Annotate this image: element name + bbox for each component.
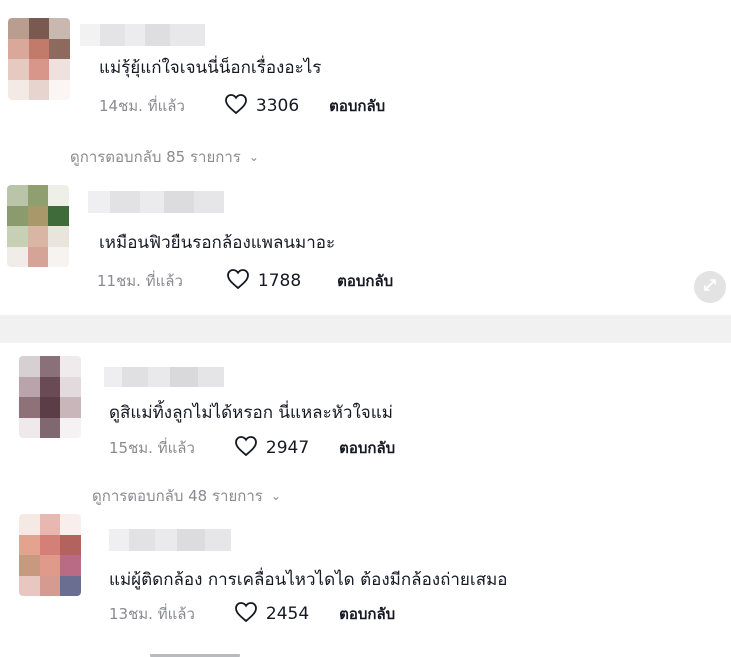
expand-button[interactable] (694, 271, 726, 303)
username-blurred[interactable] (88, 191, 224, 213)
reply-button[interactable]: ตอบกลับ (329, 94, 385, 118)
comment-time: 13ชม. ที่แล้ว (109, 605, 195, 623)
view-replies-label: ดูการตอบกลับ 48 รายการ (92, 487, 263, 505)
comment-meta: 15ชม. ที่แล้ว 2947 ตอบกลับ (109, 435, 395, 461)
like-count: 2947 (265, 438, 310, 458)
avatar[interactable] (8, 18, 70, 100)
reply-button[interactable]: ตอบกลับ (339, 436, 395, 460)
username-blurred[interactable] (80, 24, 205, 46)
comment-meta: 14ชม. ที่แล้ว 3306 ตอบกลับ (99, 93, 385, 119)
username-blurred[interactable] (109, 529, 231, 551)
chevron-down-icon: ⌄ (248, 150, 259, 164)
avatar[interactable] (19, 514, 81, 596)
comment-time: 15ชม. ที่แล้ว (109, 439, 195, 457)
heart-icon[interactable] (223, 93, 249, 119)
chevron-down-icon: ⌄ (270, 489, 281, 503)
like-count: 2454 (265, 604, 310, 624)
heart-icon[interactable] (233, 601, 259, 627)
avatar[interactable] (19, 356, 81, 438)
expand-icon (702, 277, 718, 297)
comment-text: ดูสิแม่ทิ้งลูกไม่ได้หรอก นี่แหละหัวใจแม่ (109, 403, 393, 423)
like-count: 3306 (255, 96, 300, 116)
comment-text: แม่รุ้ยุ้แก่ใจเจนนี่น็อกเรื่องอะไร (99, 58, 322, 78)
like-button[interactable]: 2454 (233, 601, 309, 627)
reply-button[interactable]: ตอบกลับ (337, 269, 393, 293)
username-blurred[interactable] (104, 367, 224, 387)
comment-text: แม่ผู้ติดกล้อง การเคลื่อนไหวไดได ต้องมีก… (109, 570, 508, 590)
reply-button[interactable]: ตอบกลับ (339, 602, 395, 626)
avatar[interactable] (7, 185, 69, 267)
comment-meta: 11ชม. ที่แล้ว 1788 ตอบกลับ (97, 268, 393, 294)
heart-icon[interactable] (233, 435, 259, 461)
like-count: 1788 (257, 271, 302, 291)
view-replies-label: ดูการตอบกลับ 85 รายการ (70, 148, 241, 166)
heart-icon[interactable] (225, 268, 251, 294)
comment-text: เหมือนฟิวยืนรอกล้องแพลนมาอะ (99, 233, 336, 253)
section-divider (0, 315, 731, 343)
view-replies-button[interactable]: ดูการตอบกลับ 48 รายการ ⌄ (92, 484, 281, 508)
like-button[interactable]: 1788 (225, 268, 301, 294)
view-replies-button[interactable]: ดูการตอบกลับ 85 รายการ ⌄ (70, 145, 259, 169)
comment-time: 11ชม. ที่แล้ว (97, 272, 183, 290)
like-button[interactable]: 3306 (223, 93, 299, 119)
like-button[interactable]: 2947 (233, 435, 309, 461)
comment-time: 14ชม. ที่แล้ว (99, 97, 185, 115)
comment-meta: 13ชม. ที่แล้ว 2454 ตอบกลับ (109, 601, 395, 627)
view-replies-clipped (150, 648, 240, 657)
